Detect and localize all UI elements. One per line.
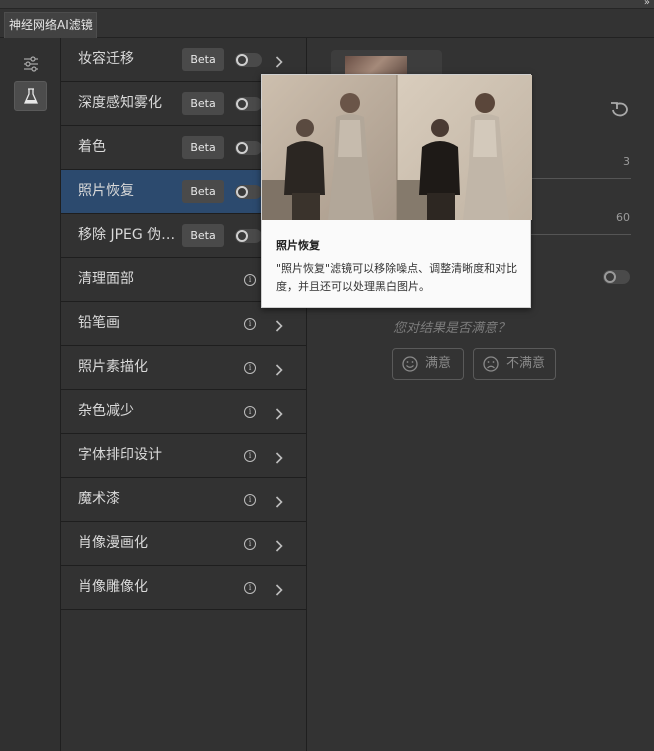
tool-column bbox=[0, 38, 61, 751]
chevron-right-icon[interactable] bbox=[275, 449, 283, 464]
info-icon[interactable]: i bbox=[244, 582, 256, 594]
filter-label: 深度感知雾化 bbox=[78, 95, 162, 111]
tooltip-title: 照片恢复 bbox=[276, 239, 320, 252]
filter-toggle[interactable] bbox=[235, 229, 262, 243]
info-icon[interactable]: i bbox=[244, 274, 256, 286]
top-strip: » bbox=[0, 0, 654, 9]
chevron-right-icon[interactable] bbox=[275, 581, 283, 596]
info-icon[interactable]: i bbox=[244, 450, 256, 462]
info-icon[interactable]: i bbox=[244, 362, 256, 374]
filter-row[interactable]: 杂色减少 i bbox=[61, 390, 306, 434]
filter-row[interactable]: 肖像雕像化 i bbox=[61, 566, 306, 610]
filter-tooltip: 照片恢复 "照片恢复"滤镜可以移除噪点、调整清晰度和对比度，并且还可以处理黑白图… bbox=[261, 74, 532, 308]
chevron-right-icon[interactable] bbox=[275, 317, 283, 332]
filter-label: 肖像雕像化 bbox=[78, 579, 148, 595]
filter-label: 照片恢复 bbox=[78, 183, 134, 199]
filter-label: 杂色减少 bbox=[78, 403, 134, 419]
satisfied-label: 满意 bbox=[425, 356, 452, 371]
chevron-right-icon[interactable] bbox=[275, 493, 283, 508]
filter-row[interactable]: 肖像漫画化 i bbox=[61, 522, 306, 566]
info-icon[interactable]: i bbox=[244, 538, 256, 550]
chevron-right-icon[interactable] bbox=[275, 361, 283, 376]
filter-toggle[interactable] bbox=[235, 97, 262, 111]
slider-value-1: 3 bbox=[623, 155, 630, 168]
tab-bar: 神经网络AI滤镜 bbox=[0, 9, 654, 38]
filter-row[interactable]: 魔术漆 i bbox=[61, 478, 306, 522]
beta-badge: Beta bbox=[182, 136, 224, 159]
filter-row[interactable]: 铅笔画 i bbox=[61, 302, 306, 346]
beta-badge: Beta bbox=[182, 48, 224, 71]
beta-badge: Beta bbox=[182, 180, 224, 203]
info-icon[interactable]: i bbox=[244, 318, 256, 330]
filter-label: 字体排印设计 bbox=[78, 447, 162, 463]
filter-label: 着色 bbox=[78, 139, 106, 155]
filter-label: 照片素描化 bbox=[78, 359, 148, 375]
tooltip-body: "照片恢复"滤镜可以移除噪点、调整清晰度和对比度，并且还可以处理黑白图片。 bbox=[276, 262, 518, 293]
collapse-panel-icon[interactable]: » bbox=[644, 0, 650, 8]
satisfied-button[interactable]: 满意 bbox=[392, 348, 464, 380]
chevron-right-icon[interactable] bbox=[275, 537, 283, 552]
flask-icon bbox=[23, 88, 39, 104]
before-after-image bbox=[262, 75, 532, 220]
beta-filters-tab[interactable] bbox=[14, 81, 47, 111]
toggle-knob bbox=[236, 230, 248, 242]
slider-value-2: 60 bbox=[616, 211, 630, 224]
chevron-right-icon[interactable] bbox=[275, 405, 283, 420]
chevron-right-icon[interactable] bbox=[275, 53, 283, 68]
feedback-question: 您对结果是否满意？ bbox=[393, 321, 511, 336]
info-icon[interactable]: i bbox=[244, 406, 256, 418]
filter-toggle[interactable] bbox=[235, 185, 262, 199]
filter-label: 妆容迁移 bbox=[78, 51, 134, 67]
reset-icon[interactable] bbox=[610, 101, 630, 119]
sliders-icon[interactable] bbox=[22, 56, 40, 72]
filter-label: 铅笔画 bbox=[78, 315, 120, 331]
dissatisfied-button[interactable]: 不满意 bbox=[473, 348, 556, 380]
filter-label: 移除 JPEG 伪… bbox=[78, 227, 176, 243]
filter-row[interactable]: 字体排印设计 i bbox=[61, 434, 306, 478]
filter-label: 魔术漆 bbox=[78, 491, 120, 507]
filter-label: 清理面部 bbox=[78, 271, 134, 287]
info-icon[interactable]: i bbox=[244, 494, 256, 506]
filter-row[interactable]: 照片素描化 i bbox=[61, 346, 306, 390]
beta-badge: Beta bbox=[182, 224, 224, 247]
frown-icon bbox=[483, 356, 499, 372]
tab-neural-filters[interactable]: 神经网络AI滤镜 bbox=[4, 12, 97, 38]
filter-toggle[interactable] bbox=[235, 53, 262, 67]
toggle-knob bbox=[236, 54, 248, 66]
toggle-knob bbox=[236, 142, 248, 154]
beta-badge: Beta bbox=[182, 92, 224, 115]
settings-toggle[interactable] bbox=[603, 270, 630, 284]
filter-label: 肖像漫画化 bbox=[78, 535, 148, 551]
smile-icon bbox=[402, 356, 418, 372]
filter-toggle[interactable] bbox=[235, 141, 262, 155]
toggle-knob bbox=[236, 98, 248, 110]
dissatisfied-label: 不满意 bbox=[506, 356, 546, 371]
toggle-knob bbox=[236, 186, 248, 198]
